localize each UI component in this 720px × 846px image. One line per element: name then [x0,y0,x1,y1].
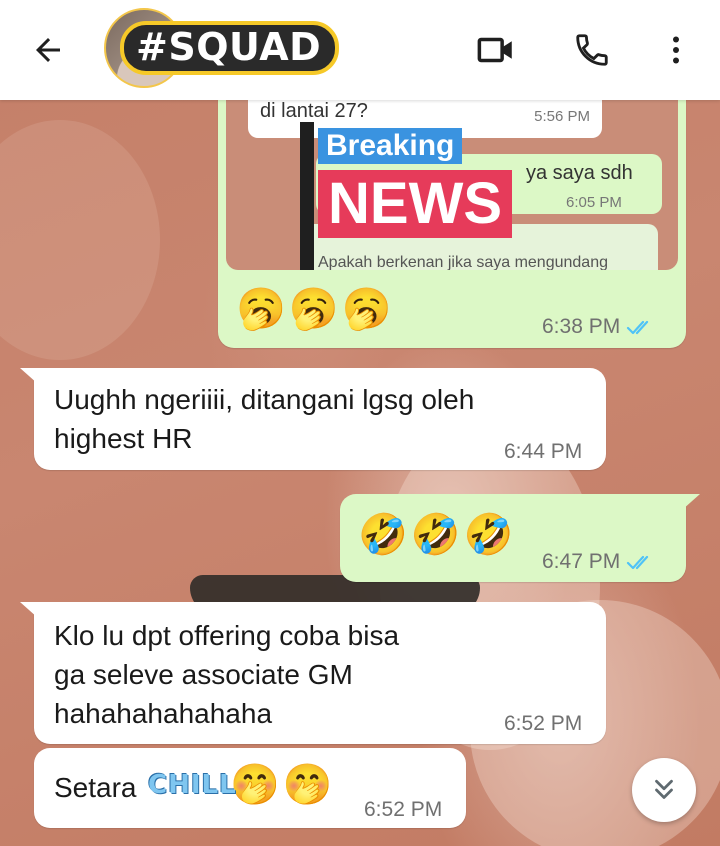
chill-sticker: CHILL [148,770,237,800]
hand-over-mouth-emoji: 🤭 [282,762,333,808]
back-button[interactable] [20,22,76,78]
bubble-tail [20,602,38,618]
message-emoji-row: 🤭 🤭 [230,762,333,808]
rolling-laughing-emoji: 🤣 [463,512,514,558]
breaking-label: Breaking [318,128,463,164]
message-text: Uughh ngeriiii, ditangani lgsg oleh high… [54,384,475,454]
message-emoji-row: 🥱 🥱 🥱 [236,286,391,332]
timestamp-text: 6:47 PM [542,550,621,573]
timestamp-text: 6:38 PM [542,315,621,338]
video-call-button[interactable] [468,22,524,78]
scroll-to-bottom-button[interactable] [632,758,696,822]
bubble-tail [20,368,38,384]
hand-over-mouth-emoji: 🤭 [230,762,280,808]
message-timestamp: 6:52 PM [364,798,443,821]
double-check-icon [627,320,649,335]
yawning-face-emoji: 🥱 [341,286,392,332]
rolling-laughing-emoji: 🤣 [410,512,461,558]
message-bubble-incoming[interactable]: Setara 🤭 🤭 6:52 PM [34,748,466,828]
image-text-line: Apakah berkenan jika saya mengundang [318,254,608,270]
image-timestamp: 5:56 PM [534,108,590,125]
group-title: #SQUAD [120,21,340,75]
arrow-back-icon [36,38,60,62]
message-list[interactable]: di lantai 27? 5:56 PM ya saya sdh 6:05 P… [0,0,720,846]
chat-header: #SQUAD [0,0,720,100]
yawning-face-emoji: 🥱 [288,286,339,332]
message-bubble-incoming[interactable]: Klo lu dpt offering coba bisa ga seleve … [20,602,606,744]
message-emoji-row: 🤣 🤣 🤣 [358,512,513,558]
voice-call-button[interactable] [564,22,620,78]
message-bubble-incoming[interactable]: Uughh ngeriiii, ditangani lgsg oleh high… [20,368,606,470]
phone-icon [576,34,608,66]
more-vert-icon [673,36,679,64]
image-timestamp: 6:05 PM [566,194,622,211]
message-text: Klo lu dpt offering coba bisa ga seleve … [54,620,400,729]
bubble-tail [682,494,700,510]
message-timestamp: 6:52 PM [504,712,583,735]
group-title-area[interactable]: #SQUAD [120,20,340,76]
rolling-laughing-emoji: 🤣 [358,512,408,558]
image-text-line: ya saya sdh [526,162,633,184]
video-call-icon [477,37,512,63]
message-timestamp: 6:47 PM [542,550,656,574]
message-timestamp: 6:44 PM [504,440,583,463]
news-graphic-bar [300,122,314,270]
more-options-button[interactable] [648,22,704,78]
message-timestamp: 6:38 PM [542,315,656,339]
double-check-icon [627,555,649,570]
message-bubble-outgoing[interactable]: 🤣 🤣 🤣 6:47 PM [340,494,700,582]
image-text-line: di lantai 27? [260,100,368,122]
message-text: Setara [54,772,137,803]
yawning-face-emoji: 🥱 [236,286,286,332]
double-chevron-down-icon [655,779,673,799]
news-label: NEWS [318,170,512,238]
